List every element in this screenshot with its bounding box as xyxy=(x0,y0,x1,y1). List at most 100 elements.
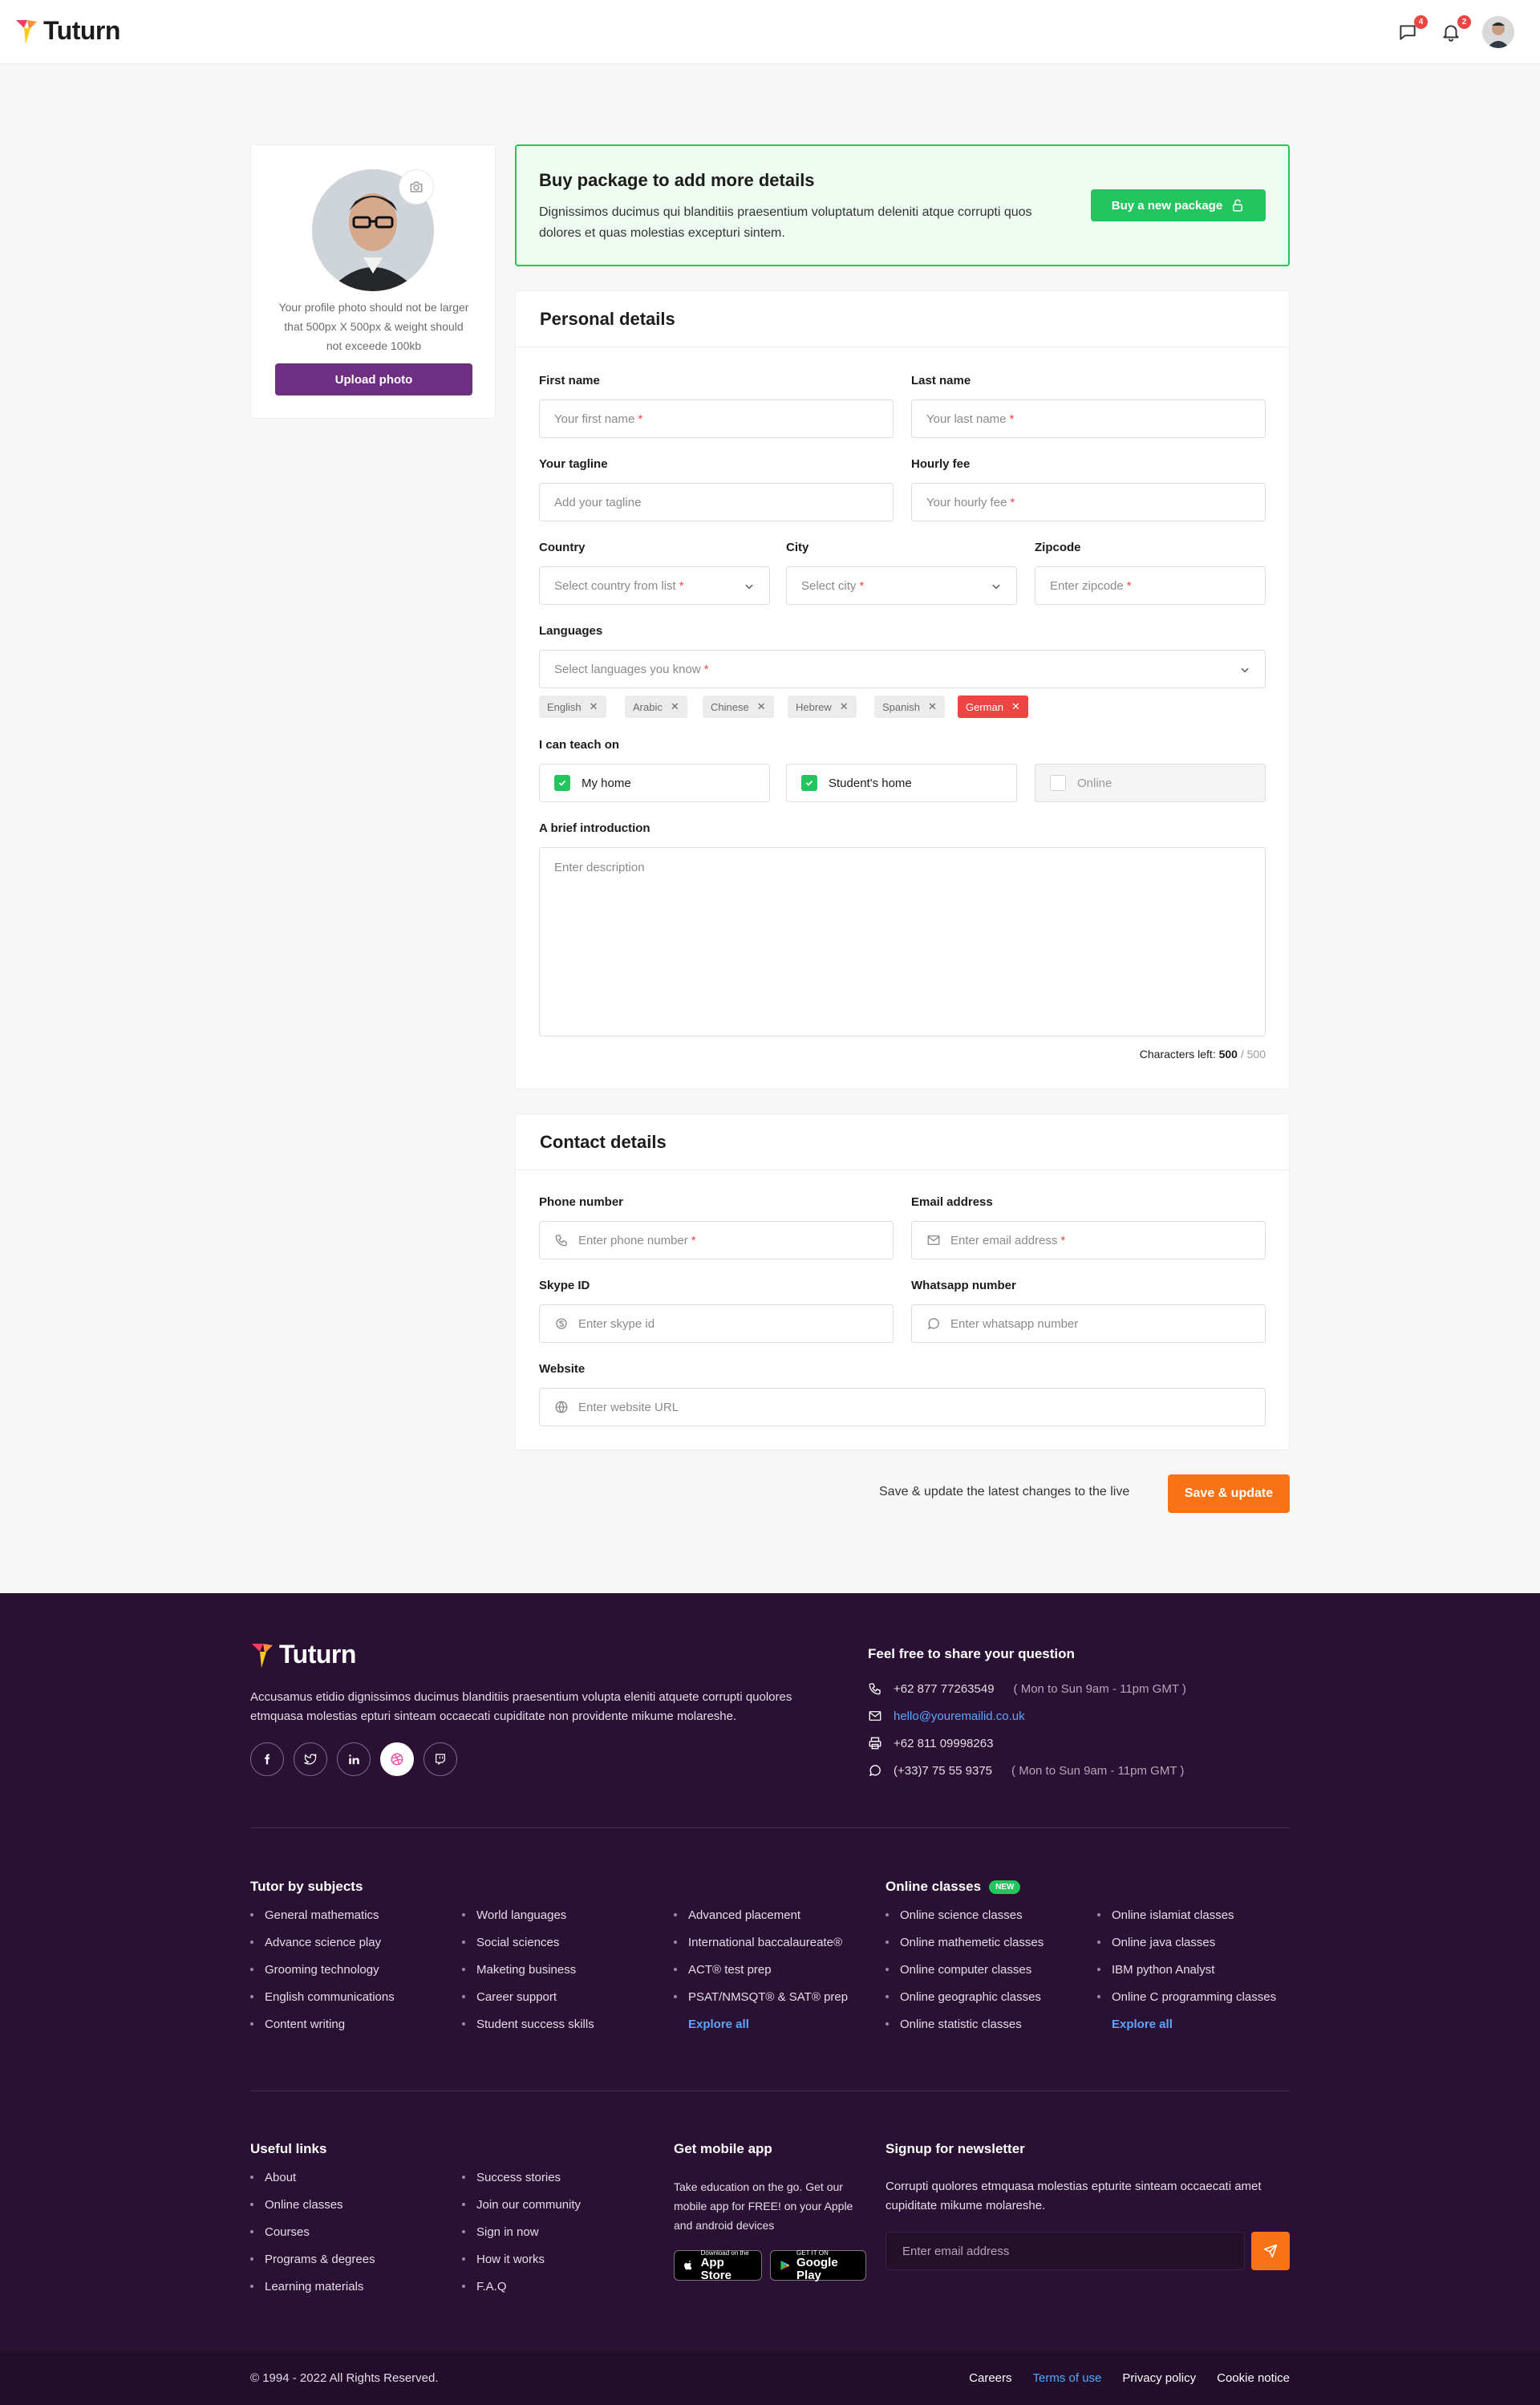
privacy-link[interactable]: Privacy policy xyxy=(1122,2371,1196,2385)
remove-tag-icon[interactable]: ✕ xyxy=(590,700,598,713)
first-name-placeholder: Your first name xyxy=(554,412,635,426)
language-tag[interactable]: Arabic ✕ xyxy=(625,696,687,718)
online-explore-all-link[interactable]: Explore all xyxy=(1097,2010,1276,2038)
buy-package-button[interactable]: Buy a new package xyxy=(1091,189,1266,221)
list-item[interactable]: About xyxy=(250,2164,375,2191)
list-item[interactable]: International baccalaureate® xyxy=(674,1928,848,1956)
list-item[interactable]: Social sciences xyxy=(462,1928,594,1956)
list-item[interactable]: Success stories xyxy=(462,2164,581,2191)
list-item[interactable]: Advanced placement xyxy=(674,1901,848,1928)
newsletter-submit-button[interactable] xyxy=(1251,2232,1290,2270)
list-item[interactable]: Online classes xyxy=(250,2191,375,2218)
save-update-button[interactable]: Save & update xyxy=(1168,1474,1290,1513)
google-play-button[interactable]: GET IT ON Google Play xyxy=(770,2249,866,2281)
list-item[interactable]: Online science classes xyxy=(886,1901,1044,1928)
last-name-input[interactable]: Your last name * xyxy=(911,399,1266,438)
list-item[interactable]: Online islamiat classes xyxy=(1097,1901,1276,1928)
language-tag-active[interactable]: German ✕ xyxy=(958,696,1028,718)
remove-tag-icon[interactable]: ✕ xyxy=(840,700,849,713)
tagline-input[interactable]: Add your tagline xyxy=(539,483,894,521)
checkbox-checked[interactable] xyxy=(801,775,817,791)
checkbox-unchecked[interactable] xyxy=(1050,775,1066,791)
list-item[interactable]: Advance science play xyxy=(250,1928,395,1956)
zipcode-input[interactable]: Enter zipcode * xyxy=(1035,566,1266,605)
remove-tag-icon[interactable]: ✕ xyxy=(1011,700,1020,713)
language-tag-label: Arabic xyxy=(633,700,663,713)
list-item[interactable]: English communications xyxy=(250,1983,395,2010)
list-item[interactable]: Learning materials xyxy=(250,2273,375,2300)
list-item[interactable]: IBM python Analyst xyxy=(1097,1956,1276,1983)
list-item[interactable]: Online java classes xyxy=(1097,1928,1276,1956)
list-item[interactable]: How it works xyxy=(462,2245,581,2273)
list-item[interactable]: General mathematics xyxy=(250,1901,395,1928)
list-item[interactable]: ACT® test prep xyxy=(674,1956,848,1983)
user-avatar[interactable] xyxy=(1482,16,1514,48)
teach-on-option-online[interactable]: Online xyxy=(1035,764,1266,802)
phone-input[interactable]: Enter phone number * xyxy=(539,1221,894,1259)
list-item[interactable]: World languages xyxy=(462,1901,594,1928)
remove-tag-icon[interactable]: ✕ xyxy=(928,700,937,713)
language-tag[interactable]: Hebrew ✕ xyxy=(788,696,857,718)
list-item[interactable]: Student success skills xyxy=(462,2010,594,2038)
country-label: Country xyxy=(539,541,586,554)
teach-on-option-my-home[interactable]: My home xyxy=(539,764,770,802)
footer-logo[interactable]: Tuturn xyxy=(250,1640,356,1669)
twitch-link[interactable] xyxy=(424,1742,457,1776)
list-item[interactable]: Career support xyxy=(462,1983,594,2010)
cookie-link[interactable]: Cookie notice xyxy=(1217,2371,1290,2385)
remove-tag-icon[interactable]: ✕ xyxy=(671,700,679,713)
required-mark: * xyxy=(638,412,643,426)
footer-phone[interactable]: +62 877 77263549 ( Mon to Sun 9am - 11pm… xyxy=(868,1681,1186,1696)
facebook-link[interactable] xyxy=(250,1742,284,1776)
country-select[interactable]: Select country from list * xyxy=(539,566,770,605)
languages-select[interactable]: Select languages you know * xyxy=(539,650,1266,688)
hourly-fee-input[interactable]: Your hourly fee * xyxy=(911,483,1266,521)
list-item[interactable]: Grooming technology xyxy=(250,1956,395,1983)
linkedin-link[interactable] xyxy=(337,1742,371,1776)
terms-link[interactable]: Terms of use xyxy=(1033,2371,1102,2385)
list-item[interactable]: Join our community xyxy=(462,2191,581,2218)
camera-icon xyxy=(410,181,423,193)
footer-email-address[interactable]: hello@youremailid.co.uk xyxy=(894,1709,1025,1723)
careers-link[interactable]: Careers xyxy=(969,2371,1011,2385)
language-tag[interactable]: Spanish ✕ xyxy=(874,696,945,718)
list-item[interactable]: Online statistic classes xyxy=(886,2010,1044,2038)
whatsapp-input[interactable]: Enter whatsapp number xyxy=(911,1304,1266,1343)
website-input[interactable]: Enter website URL xyxy=(539,1388,1266,1426)
change-photo-button[interactable] xyxy=(399,169,434,205)
introduction-textarea[interactable]: Enter description xyxy=(539,847,1266,1036)
footer-description: Accusamus etidio dignissimos ducimus bla… xyxy=(250,1690,792,1723)
brand-logo[interactable]: Tuturn xyxy=(14,16,120,46)
language-tag[interactable]: Chinese ✕ xyxy=(703,696,774,718)
notifications-button[interactable]: 2 xyxy=(1441,15,1471,44)
language-tag[interactable]: English ✕ xyxy=(539,696,606,718)
list-item[interactable]: Courses xyxy=(250,2218,375,2245)
footer-email[interactable]: hello@youremailid.co.uk xyxy=(868,1709,1025,1723)
list-item[interactable]: Programs & degrees xyxy=(250,2245,375,2273)
list-item[interactable]: F.A.Q xyxy=(462,2273,581,2300)
upload-photo-button[interactable]: Upload photo xyxy=(275,363,472,395)
checkbox-checked[interactable] xyxy=(554,775,570,791)
dribbble-link[interactable] xyxy=(380,1742,414,1776)
city-select[interactable]: Select city * xyxy=(786,566,1017,605)
subjects-explore-all-link[interactable]: Explore all xyxy=(674,2010,848,2038)
email-input[interactable]: Enter email address * xyxy=(911,1221,1266,1259)
list-item[interactable]: Online computer classes xyxy=(886,1956,1044,1983)
list-item[interactable]: Sign in now xyxy=(462,2218,581,2245)
footer-whatsapp[interactable]: (+33)7 75 55 9375 ( Mon to Sun 9am - 11p… xyxy=(868,1763,1184,1778)
skype-input[interactable]: Enter skype id xyxy=(539,1304,894,1343)
newsletter-email-input[interactable]: Enter email address xyxy=(886,2232,1245,2270)
list-item[interactable]: Online mathemetic classes xyxy=(886,1928,1044,1956)
whatsapp-icon xyxy=(926,1316,941,1331)
list-item[interactable]: Content writing xyxy=(250,2010,395,2038)
app-store-button[interactable]: Download on the App Store xyxy=(674,2249,762,2281)
list-item[interactable]: Maketing business xyxy=(462,1956,594,1983)
list-item[interactable]: PSAT/NMSQT® & SAT® prep xyxy=(674,1983,848,2010)
messages-button[interactable]: 4 xyxy=(1397,15,1428,44)
twitter-link[interactable] xyxy=(294,1742,327,1776)
list-item[interactable]: Online C programming classes xyxy=(1097,1983,1276,2010)
teach-on-option-students-home[interactable]: Student's home xyxy=(786,764,1017,802)
remove-tag-icon[interactable]: ✕ xyxy=(757,700,766,713)
list-item[interactable]: Online geographic classes xyxy=(886,1983,1044,2010)
first-name-input[interactable]: Your first name * xyxy=(539,399,894,438)
